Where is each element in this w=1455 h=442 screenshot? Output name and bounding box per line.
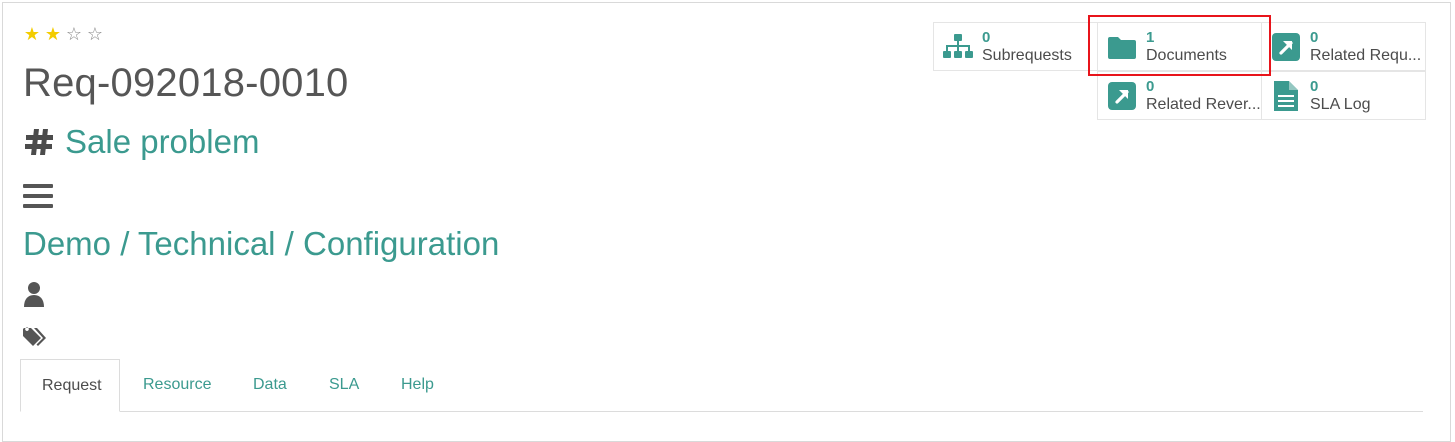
documents-count: 1 [1146,28,1155,46]
subrequests-count: 0 [982,28,991,46]
notebook-tabs: Request Resource Data SLA Help [20,359,1423,412]
star-icon-4[interactable]: ☆ [86,25,104,43]
star-icon-2[interactable]: ★ [44,25,62,43]
related-requests-label: Related Requ... [1310,46,1422,64]
star-icon-3[interactable]: ☆ [65,25,83,43]
request-category[interactable]: Demo / Technical / Configuration [23,225,499,263]
documents-label: Documents [1146,46,1227,64]
hashtag-icon [25,129,53,155]
sla-log-button[interactable]: 0 SLA Log [1261,71,1426,120]
external-link-icon [1107,81,1137,111]
related-requests-count: 0 [1310,28,1319,46]
tab-resource[interactable]: Resource [122,359,232,411]
sla-log-label: SLA Log [1310,95,1371,113]
documents-button[interactable]: 1 Documents [1097,22,1262,71]
sitemap-icon [943,32,973,62]
tab-sla[interactable]: SLA [308,359,380,411]
file-text-icon [1271,80,1301,111]
folder-icon [1107,32,1137,62]
related-reverse-count: 0 [1146,77,1155,95]
request-name: Req-092018-0010 [23,61,349,105]
tab-data[interactable]: Data [232,359,308,411]
sla-log-count: 0 [1310,77,1319,95]
star-icon-1[interactable]: ★ [23,25,41,43]
related-requests-button[interactable]: 0 Related Requ... [1261,22,1426,71]
related-reverse-button[interactable]: 0 Related Rever... [1097,71,1262,120]
tab-request[interactable]: Request [20,359,120,412]
external-link-icon [1271,32,1301,62]
subject-row: Sale problem [23,123,259,161]
subrequests-button[interactable]: 0 Subrequests [933,22,1098,71]
tags-icon [23,327,46,346]
request-subject: Sale problem [65,123,260,160]
related-reverse-label: Related Rever... [1146,95,1261,113]
priority-stars: ★ ★ ☆ ☆ [23,25,104,43]
tab-help[interactable]: Help [380,359,455,411]
subrequests-label: Subrequests [982,46,1072,64]
menu-icon [23,184,53,208]
user-icon [24,282,44,307]
